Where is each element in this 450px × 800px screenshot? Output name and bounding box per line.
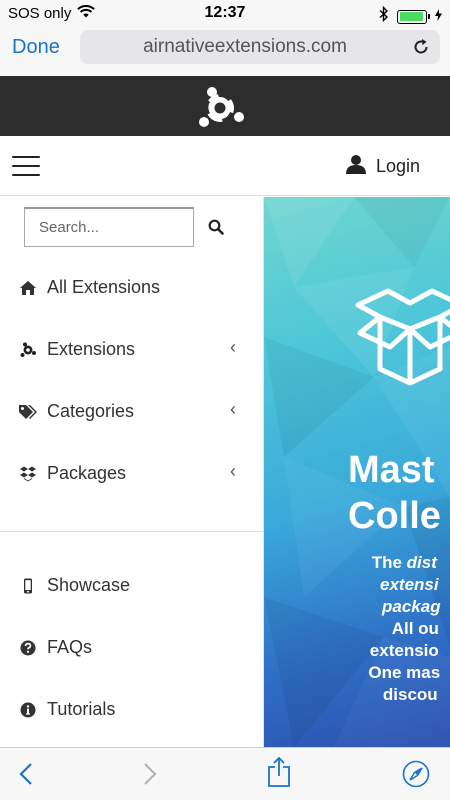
login-link[interactable]: Login [345,154,420,179]
tags-icon [18,402,38,422]
user-icon [345,154,366,179]
forward-arrow-icon[interactable] [142,762,158,791]
hero-title: Mast Colle [348,447,441,539]
share-icon[interactable] [267,756,291,793]
charging-icon [435,8,442,26]
battery-fill [399,12,424,21]
nav-bar: Login [0,136,450,196]
question-circle-icon [18,638,38,658]
chevron-left-icon[interactable]: ‹ [230,399,236,420]
url-text: airnativeextensions.com [143,36,347,57]
sidebar-menu: Search... All Extensions Extensions ‹ Ca… [0,197,264,747]
hero-title-line: Mast [348,449,435,491]
chevron-left-icon[interactable]: ‹ [230,461,236,482]
hero-title-line: Colle [348,495,441,537]
hero-desc-line: discou [382,685,438,704]
done-button[interactable]: Done [12,36,60,59]
status-bar: SOS only 12:37 [0,0,450,28]
status-right [379,5,442,27]
hero-banner: Mast Colle The dist extensi packag All o… [264,197,450,747]
sidebar-item-label: Extensions [47,339,136,359]
sidebar-item-all-extensions[interactable]: All Extensions [0,265,264,311]
mobile-icon [18,576,38,596]
sidebar-item-packages[interactable]: Packages ‹ [0,451,264,497]
search-icon[interactable] [208,219,224,240]
extensions-logo-icon [18,340,38,360]
battery-icon [397,9,430,24]
browser-bar: Done airnativeextensions.com [0,28,450,76]
hamburger-menu-icon[interactable] [12,156,40,178]
open-box-icon [350,277,450,402]
sidebar-item-label: Categories [47,401,135,421]
sidebar-item-label: FAQs [47,637,93,657]
site-logo-icon[interactable] [195,84,245,135]
site-header [0,76,450,136]
hero-desc-line: packag [382,597,441,616]
chevron-left-icon[interactable]: ‹ [230,337,236,358]
login-label: Login [375,156,420,176]
search-input[interactable]: Search... [24,207,194,247]
browser-toolbar [0,747,450,800]
sidebar-item-faqs[interactable]: FAQs [0,625,264,671]
dropbox-icon [18,464,38,484]
bluetooth-icon [379,5,389,27]
home-icon [18,278,38,298]
sidebar-item-label: Showcase [47,575,131,595]
hero-desc-line: All ou [391,619,439,638]
url-field[interactable]: airnativeextensions.com [80,30,440,64]
reload-icon[interactable] [412,38,430,61]
safari-compass-icon[interactable] [402,760,430,793]
sidebar-item-label: Tutorials [47,699,116,719]
hero-description: The dist extensi packag All ou extensio … [368,552,441,706]
sidebar-item-showcase[interactable]: Showcase [0,563,264,609]
hero-desc-line: extensi [380,575,439,594]
sidebar-divider [0,531,264,532]
hero-desc-line: The dist [371,553,437,572]
sidebar-item-extensions[interactable]: Extensions ‹ [0,327,264,373]
hero-desc-line: extensio [369,641,439,660]
sidebar-item-label: All Extensions [47,277,161,297]
back-arrow-icon[interactable] [18,762,34,791]
sidebar-item-categories[interactable]: Categories ‹ [0,389,264,435]
info-circle-icon [18,700,38,720]
hero-desc-line: One mas [368,663,441,682]
sidebar-item-label: Packages [47,463,127,483]
sidebar-item-tutorials[interactable]: Tutorials [0,687,264,733]
